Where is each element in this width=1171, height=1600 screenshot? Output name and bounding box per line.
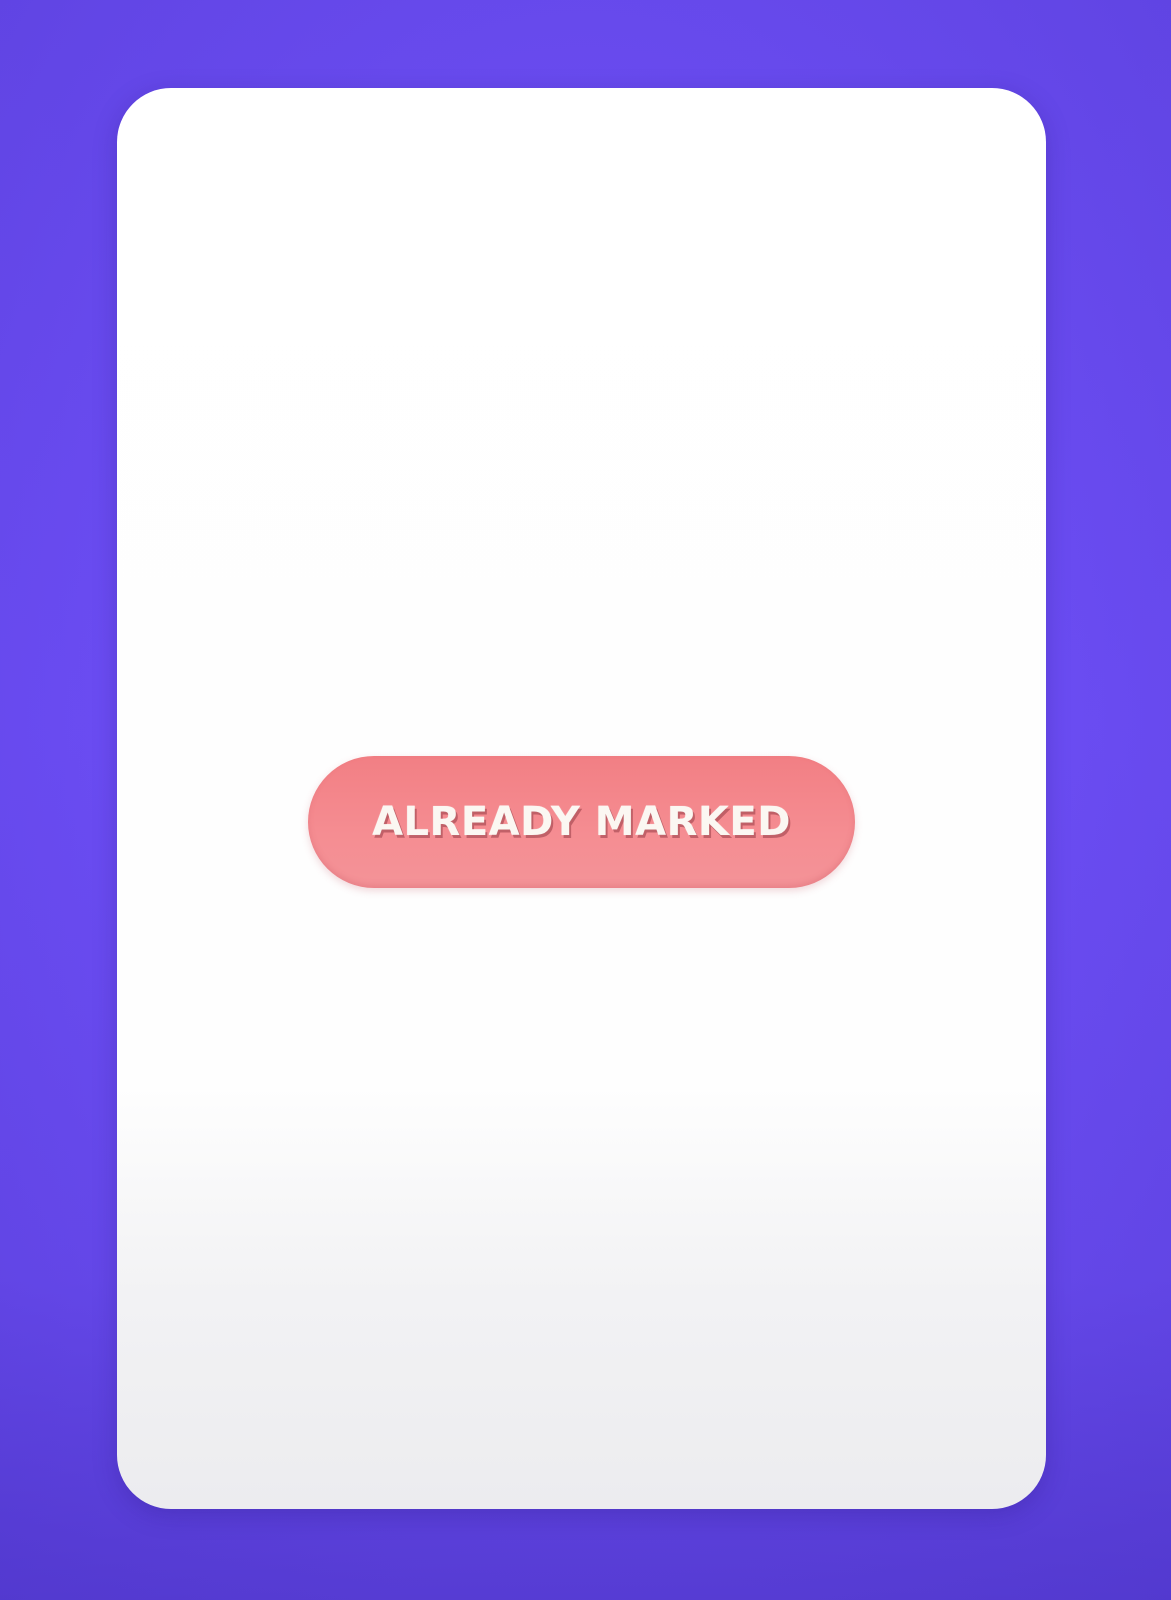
- already-marked-badge: ALREADY MARKED: [308, 756, 855, 888]
- badge-label: ALREADY MARKED: [372, 799, 791, 845]
